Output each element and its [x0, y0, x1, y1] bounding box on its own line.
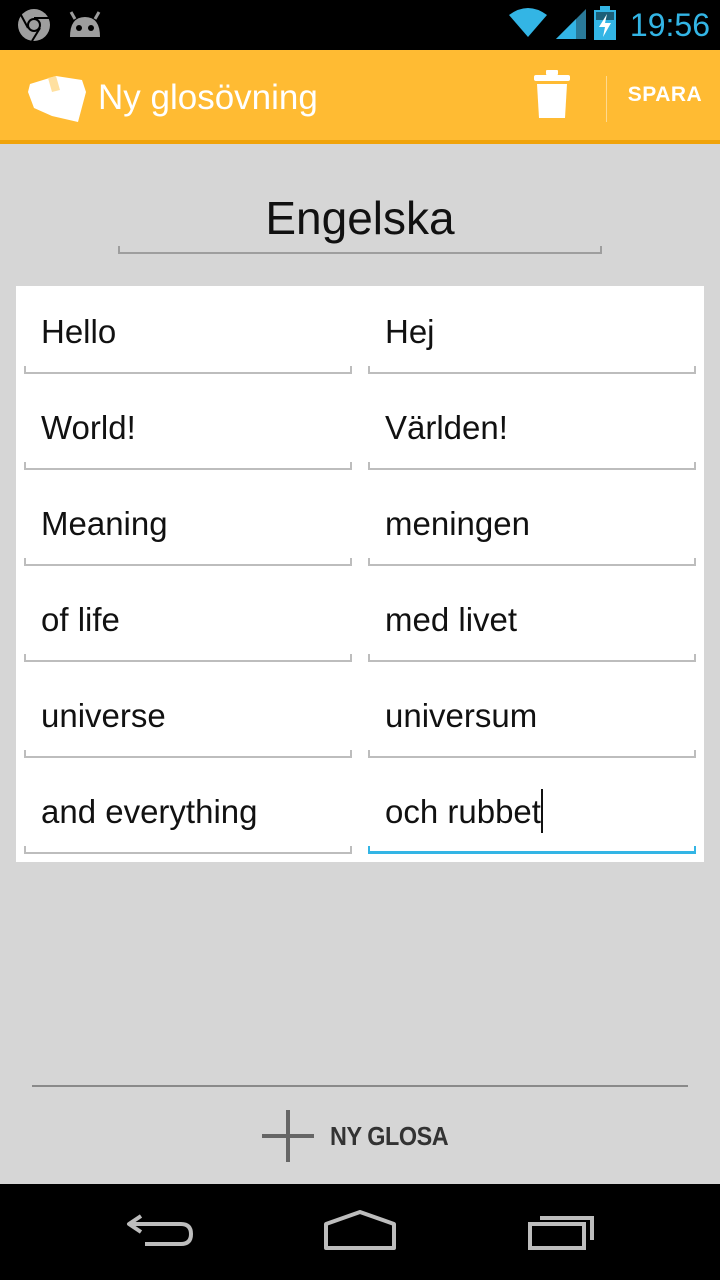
screen: 19:56 Ny glosövning SPARA Engelska Hello…	[0, 0, 720, 1280]
word-field[interactable]: and everything	[24, 766, 352, 854]
word-field[interactable]: universe	[24, 670, 352, 758]
word-field[interactable]: of life	[24, 574, 352, 662]
translation-field[interactable]: Världen!	[368, 382, 696, 470]
signal-icon	[555, 7, 586, 44]
translation-text: Världen!	[385, 409, 508, 446]
notification-icons	[16, 7, 104, 48]
battery-charging-icon	[593, 5, 616, 45]
action-bar: Ny glosövning SPARA	[0, 50, 720, 144]
translation-text: meningen	[385, 505, 530, 542]
translation-text: universum	[385, 697, 538, 734]
add-glossary-button[interactable]: NY GLOSA	[262, 1106, 462, 1166]
home-button[interactable]	[310, 1202, 410, 1262]
glossary-row: of life med livet	[16, 574, 704, 670]
chrome-icon	[16, 7, 52, 48]
language-field[interactable]: Engelska	[118, 188, 602, 254]
delete-button[interactable]	[522, 64, 582, 128]
action-bar-divider	[606, 76, 607, 122]
content-area: Engelska Hello Hej World! Världen! Meani…	[0, 144, 720, 1184]
page-title: Ny glosövning	[98, 78, 318, 117]
glossary-row: universe universum	[16, 670, 704, 766]
word-field[interactable]: Hello	[24, 286, 352, 374]
back-button[interactable]	[110, 1202, 210, 1262]
recent-apps-icon	[526, 1210, 598, 1255]
navigation-bar	[0, 1184, 720, 1280]
plus-icon	[262, 1110, 314, 1162]
word-text: universe	[41, 697, 166, 734]
word-text: Meaning	[41, 505, 168, 542]
translation-field[interactable]: Hej	[368, 286, 696, 374]
translation-field[interactable]: meningen	[368, 478, 696, 566]
status-time: 19:56	[629, 6, 710, 43]
trash-icon	[534, 69, 570, 123]
android-icon	[66, 9, 104, 46]
language-value: Engelska	[265, 192, 455, 244]
wifi-icon	[508, 7, 548, 44]
add-glossary-label: NY GLOSA	[330, 1120, 449, 1151]
translation-text: och rubbet	[385, 793, 541, 830]
home-icon	[322, 1209, 398, 1255]
word-text: Hello	[41, 313, 117, 350]
translation-field-focused[interactable]: och rubbet	[368, 766, 696, 854]
word-text: World!	[41, 409, 136, 446]
translation-field[interactable]: universum	[368, 670, 696, 758]
recent-apps-button[interactable]	[512, 1202, 612, 1262]
word-field[interactable]: Meaning	[24, 478, 352, 566]
app-logo-icon[interactable]	[26, 70, 90, 126]
glossary-row: World! Världen!	[16, 382, 704, 478]
glossary-row: and everything och rubbet	[16, 766, 704, 862]
translation-text: med livet	[385, 601, 518, 638]
system-icons: 19:56	[508, 0, 710, 50]
word-text: and everything	[41, 793, 258, 830]
divider	[32, 1085, 688, 1087]
word-field[interactable]: World!	[24, 382, 352, 470]
status-bar: 19:56	[0, 0, 720, 50]
translation-text: Hej	[385, 313, 435, 350]
text-cursor	[540, 789, 543, 834]
word-text: of life	[41, 601, 120, 638]
glossary-row: Hello Hej	[16, 286, 704, 382]
glossary-row: Meaning meningen	[16, 478, 704, 574]
glossary-list: Hello Hej World! Världen! Meaning mening…	[16, 286, 704, 862]
save-button[interactable]: SPARA	[610, 50, 720, 140]
translation-field[interactable]: med livet	[368, 574, 696, 662]
back-icon	[125, 1210, 195, 1255]
